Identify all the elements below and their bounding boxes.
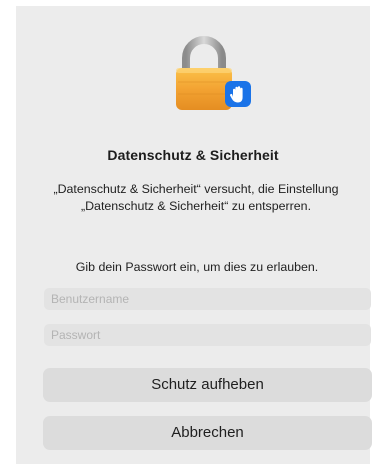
password-prompt: Gib dein Passwort ein, um dies zu erlaub… <box>75 260 319 274</box>
username-field[interactable] <box>44 288 371 310</box>
dialog-message: „Datenschutz & Sicherheit“ versucht, die… <box>53 182 339 213</box>
cancel-button[interactable]: Abbrechen <box>43 416 372 450</box>
lock-icon-group <box>174 36 256 118</box>
raised-hand-icon <box>225 81 251 107</box>
authorization-dialog: Datenschutz & Sicherheit „Datenschutz & … <box>16 6 372 464</box>
password-field[interactable] <box>44 324 371 346</box>
unlock-button[interactable]: Schutz aufheben <box>43 368 372 402</box>
dialog-title: Datenschutz & Sicherheit <box>107 147 279 163</box>
